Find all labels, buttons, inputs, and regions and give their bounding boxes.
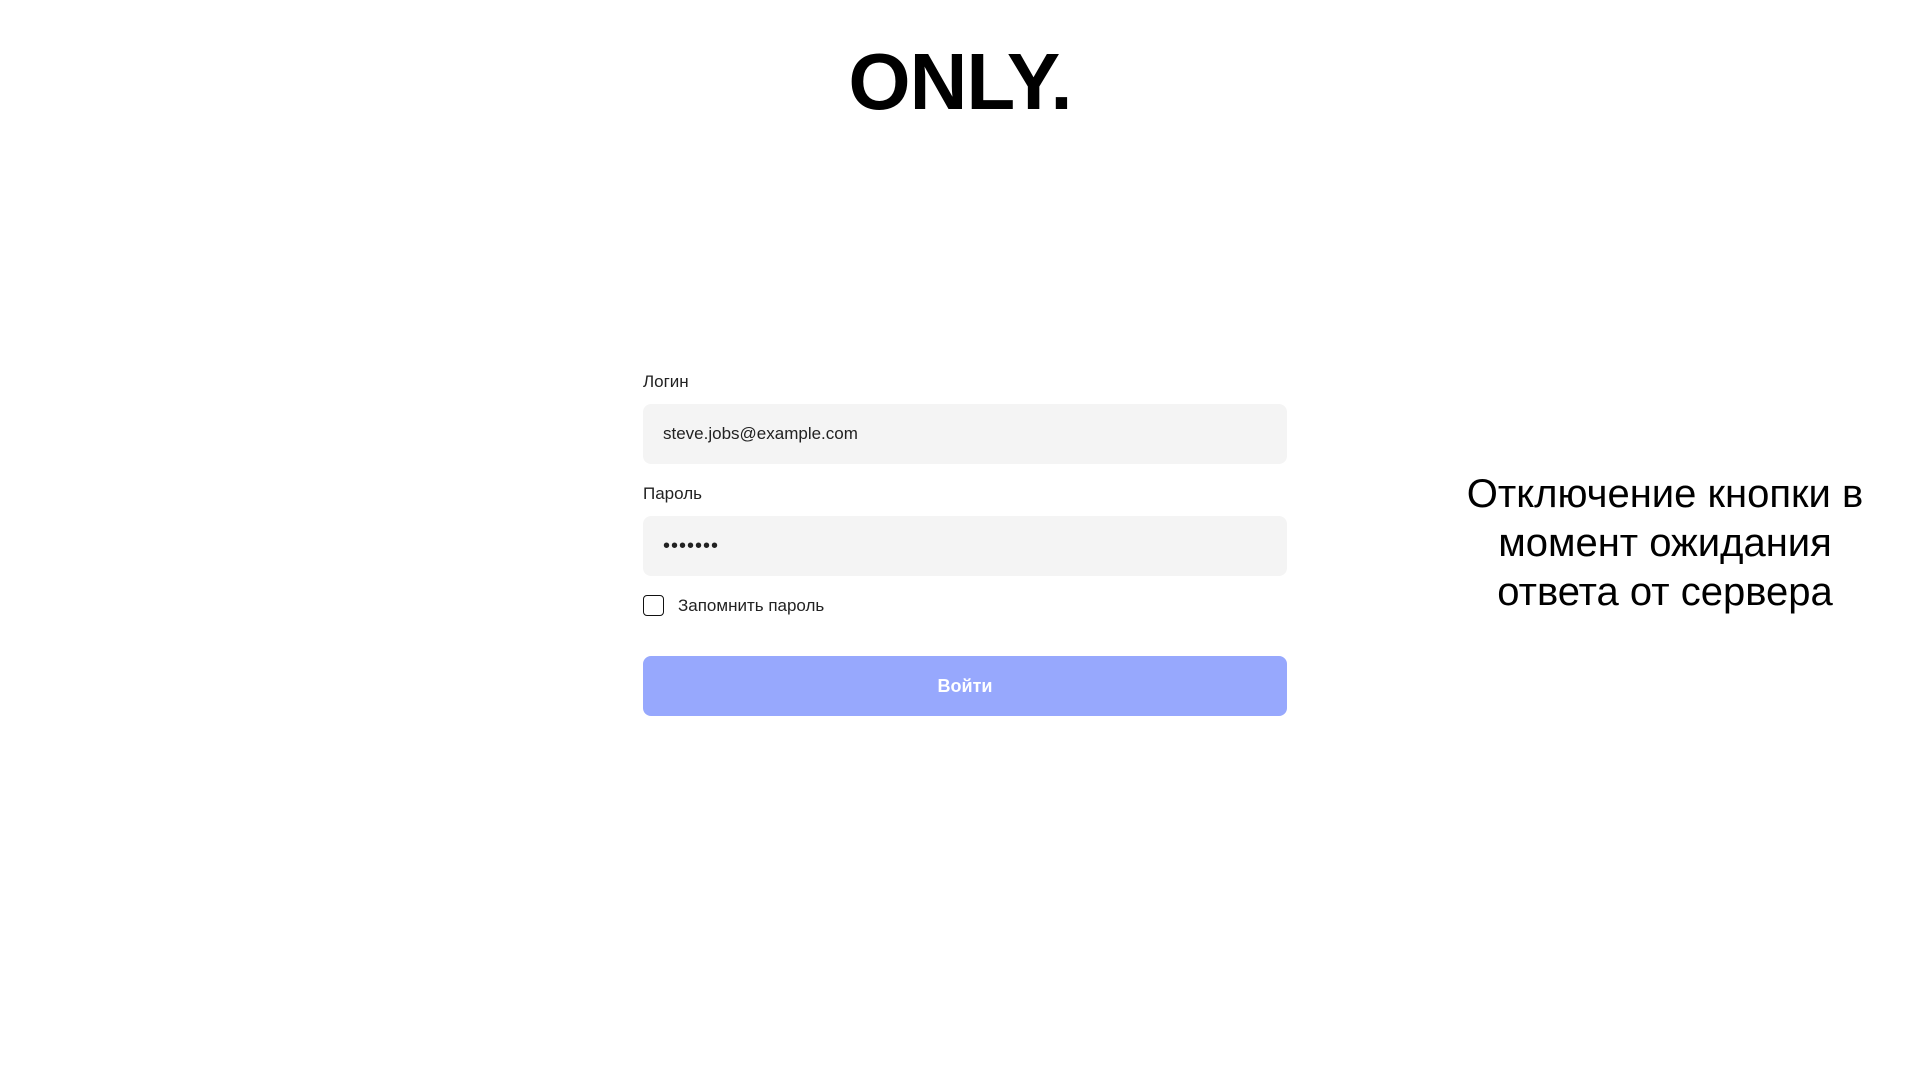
brand-logo: ONLY.	[848, 37, 1072, 126]
annotation-line: ответа от сервера	[1497, 570, 1833, 614]
annotation-text: Отключение кнопки в момент ожидания отве…	[1440, 470, 1890, 617]
login-input[interactable]: steve.jobs@example.com	[643, 404, 1287, 464]
login-button[interactable]: Войти	[643, 656, 1287, 716]
login-form: Логин steve.jobs@example.com Пароль ••••…	[643, 372, 1287, 716]
annotation-line: Отключение кнопки в	[1466, 472, 1864, 516]
password-label: Пароль	[643, 484, 702, 503]
remember-password-label[interactable]: Запомнить пароль	[678, 596, 824, 616]
remember-password-row[interactable]: Запомнить пароль	[643, 595, 1287, 616]
annotation-line: момент ожидания	[1498, 521, 1832, 565]
login-page: ONLY. Логин steve.jobs@example.com Парол…	[0, 0, 1920, 1080]
password-input[interactable]: •••••••	[643, 516, 1287, 576]
remember-password-checkbox[interactable]	[643, 595, 664, 616]
login-label: Логин	[643, 372, 689, 391]
